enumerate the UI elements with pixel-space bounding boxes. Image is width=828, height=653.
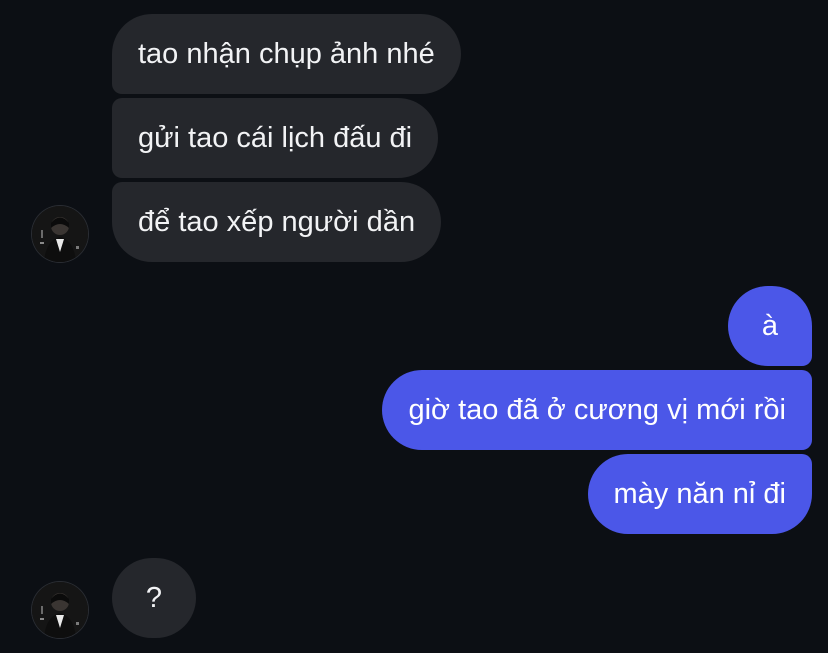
message-text: để tao xếp người dần <box>138 205 416 238</box>
outgoing-message-bubble[interactable]: mày năn nỉ đi <box>587 454 812 534</box>
incoming-message-bubble[interactable]: để tao xếp người dần <box>112 182 442 262</box>
message-text: ? <box>145 581 163 614</box>
contact-avatar[interactable] <box>32 206 88 262</box>
message-text: gửi tao cái lịch đấu đi <box>138 121 413 154</box>
outgoing-message-bubble[interactable]: giờ tao đã ở cương vị mới rồi <box>382 370 812 450</box>
message-text: mày năn nỉ đi <box>613 477 787 510</box>
person-photo-avatar-icon <box>32 582 88 638</box>
incoming-message-bubble[interactable]: tao nhận chụp ảnh nhé <box>112 14 461 94</box>
incoming-message-bubble[interactable]: gửi tao cái lịch đấu đi <box>112 98 439 178</box>
message-text: à <box>761 309 778 342</box>
contact-avatar[interactable] <box>32 582 88 638</box>
incoming-message-bubble[interactable]: ? <box>112 558 196 638</box>
chat-thread: tao nhận chụp ảnh nhé gửi tao cái lịch đ… <box>0 0 828 653</box>
message-text: tao nhận chụp ảnh nhé <box>138 37 435 70</box>
outgoing-message-bubble[interactable]: à <box>727 286 812 366</box>
message-text: giờ tao đã ở cương vị mới rồi <box>408 393 786 426</box>
person-photo-avatar-icon <box>32 206 88 262</box>
